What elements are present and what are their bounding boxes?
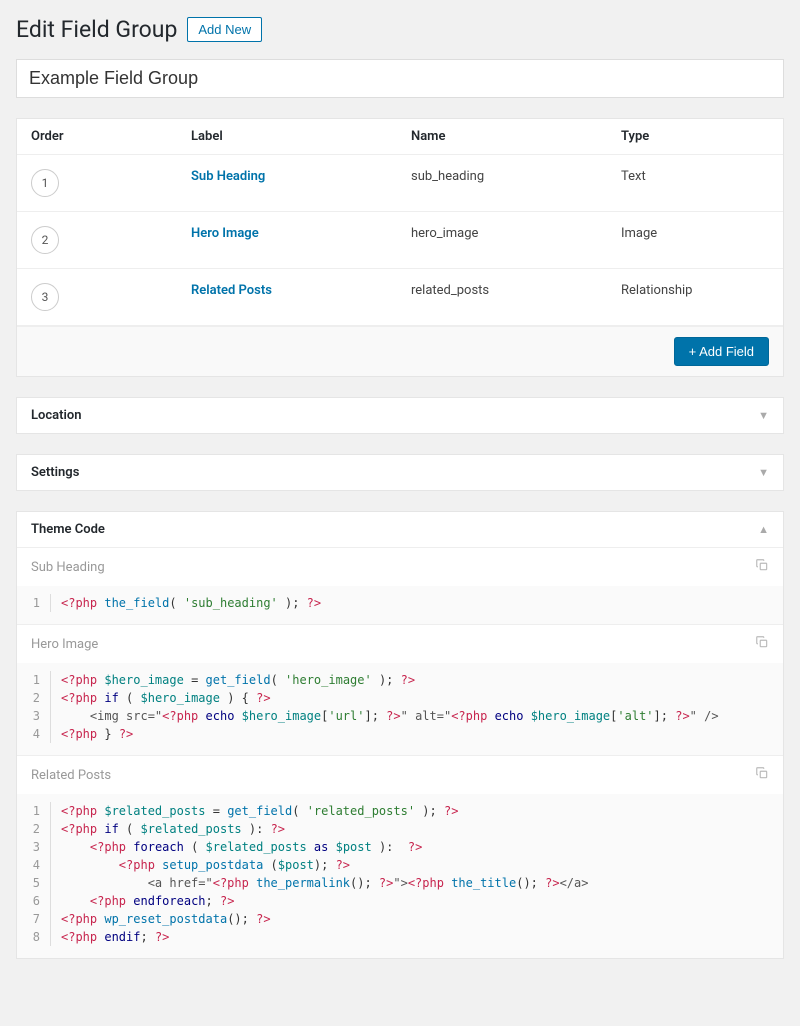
field-label-link[interactable]: Related Posts bbox=[191, 283, 272, 298]
field-type: Text bbox=[621, 169, 769, 184]
line-number: 3 bbox=[31, 838, 51, 856]
code-line: 1<?php $hero_image = get_field( 'hero_im… bbox=[31, 671, 769, 689]
code-section-header: Sub Heading bbox=[17, 547, 783, 586]
field-name: related_posts bbox=[411, 283, 621, 298]
code-line: 4<?php } ?> bbox=[31, 725, 769, 743]
location-panel: Location ▼ bbox=[16, 397, 784, 434]
code-line: 4 <?php setup_postdata ($post); ?> bbox=[31, 856, 769, 874]
code-line: 8<?php endif; ?> bbox=[31, 928, 769, 946]
code-block: 1<?php $related_posts = get_field( 'rela… bbox=[17, 794, 783, 958]
order-handle[interactable]: 2 bbox=[31, 226, 59, 254]
line-number: 4 bbox=[31, 856, 51, 874]
table-row: 3 Related Posts related_postsRelationship bbox=[17, 269, 783, 326]
code-line: 3 <img src="<?php echo $hero_image['url'… bbox=[31, 707, 769, 725]
line-number: 1 bbox=[31, 594, 51, 612]
field-label-link[interactable]: Hero Image bbox=[191, 226, 259, 241]
code-line: 1<?php the_field( 'sub_heading' ); ?> bbox=[31, 594, 769, 612]
table-row: 1 Sub Heading sub_headingText bbox=[17, 155, 783, 212]
settings-label: Settings bbox=[31, 465, 79, 480]
field-type: Relationship bbox=[621, 283, 769, 298]
code-section-title: Hero Image bbox=[31, 637, 98, 652]
code-section-header: Related Posts bbox=[17, 755, 783, 794]
field-type: Image bbox=[621, 226, 769, 241]
fields-table: Order Label Name Type 1 Sub Heading sub_he… bbox=[16, 118, 784, 377]
clipboard-icon[interactable] bbox=[755, 558, 769, 576]
order-handle[interactable]: 1 bbox=[31, 169, 59, 197]
clipboard-icon[interactable] bbox=[755, 635, 769, 653]
group-title-input[interactable] bbox=[16, 59, 784, 98]
code-line: 2<?php if ( $related_posts ): ?> bbox=[31, 820, 769, 838]
line-number: 6 bbox=[31, 892, 51, 910]
line-number: 2 bbox=[31, 820, 51, 838]
chevron-up-icon: ▲ bbox=[758, 523, 769, 536]
field-name: hero_image bbox=[411, 226, 621, 241]
location-label: Location bbox=[31, 408, 82, 423]
line-number: 1 bbox=[31, 671, 51, 689]
line-number: 8 bbox=[31, 928, 51, 946]
code-line: 3 <?php foreach ( $related_posts as $pos… bbox=[31, 838, 769, 856]
chevron-down-icon: ▼ bbox=[758, 466, 769, 479]
code-line: 1<?php $related_posts = get_field( 'rela… bbox=[31, 802, 769, 820]
col-header-label: Label bbox=[191, 129, 411, 144]
line-number: 1 bbox=[31, 802, 51, 820]
code-line: 5 <a href="<?php the_permalink(); ?>"><?… bbox=[31, 874, 769, 892]
page-title: Edit Field Group bbox=[16, 16, 177, 43]
line-number: 7 bbox=[31, 910, 51, 928]
field-name: sub_heading bbox=[411, 169, 621, 184]
code-block: 1<?php $hero_image = get_field( 'hero_im… bbox=[17, 663, 783, 755]
line-number: 3 bbox=[31, 707, 51, 725]
location-panel-header[interactable]: Location ▼ bbox=[17, 398, 783, 433]
field-label-link[interactable]: Sub Heading bbox=[191, 169, 265, 184]
col-header-order: Order bbox=[31, 129, 191, 144]
code-block: 1<?php the_field( 'sub_heading' ); ?> bbox=[17, 586, 783, 624]
chevron-down-icon: ▼ bbox=[758, 409, 769, 422]
code-line: 6 <?php endforeach; ?> bbox=[31, 892, 769, 910]
code-line: 2<?php if ( $hero_image ) { ?> bbox=[31, 689, 769, 707]
table-row: 2 Hero Image hero_imageImage bbox=[17, 212, 783, 269]
code-line: 7<?php wp_reset_postdata(); ?> bbox=[31, 910, 769, 928]
add-new-button[interactable]: Add New bbox=[187, 17, 262, 42]
line-number: 4 bbox=[31, 725, 51, 743]
theme-code-label: Theme Code bbox=[31, 522, 105, 537]
code-section-title: Sub Heading bbox=[31, 560, 105, 575]
code-section-title: Related Posts bbox=[31, 768, 111, 783]
theme-code-panel-header[interactable]: Theme Code ▲ bbox=[17, 512, 783, 547]
code-section-header: Hero Image bbox=[17, 624, 783, 663]
order-handle[interactable]: 3 bbox=[31, 283, 59, 311]
line-number: 2 bbox=[31, 689, 51, 707]
add-field-button[interactable]: + Add Field bbox=[674, 337, 769, 366]
col-header-name: Name bbox=[411, 129, 621, 144]
clipboard-icon[interactable] bbox=[755, 766, 769, 784]
theme-code-panel: Theme Code ▲ Sub Heading 1<?php the_field… bbox=[16, 511, 784, 959]
settings-panel: Settings ▼ bbox=[16, 454, 784, 491]
line-number: 5 bbox=[31, 874, 51, 892]
col-header-type: Type bbox=[621, 129, 769, 144]
settings-panel-header[interactable]: Settings ▼ bbox=[17, 455, 783, 490]
